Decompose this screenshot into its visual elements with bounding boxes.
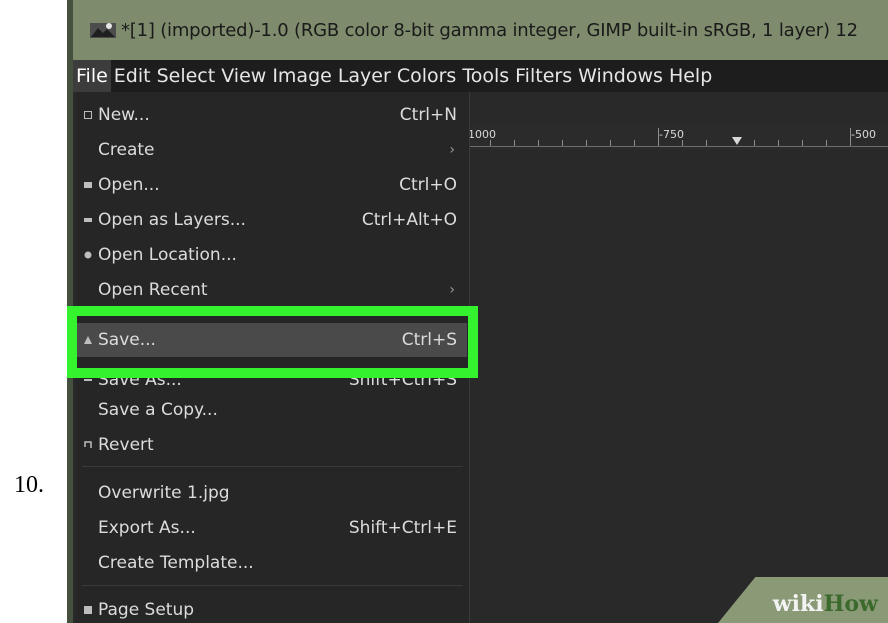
ruler-tick bbox=[850, 128, 851, 146]
menu-item-label: New... bbox=[98, 105, 150, 125]
menu-item-label: Open Location... bbox=[98, 245, 237, 265]
ruler-tick bbox=[610, 140, 611, 146]
window-edge bbox=[67, 0, 73, 623]
new-icon bbox=[84, 111, 92, 119]
ruler-tick bbox=[634, 140, 635, 146]
menu-item-label: Create Template... bbox=[98, 553, 254, 573]
ruler-tick bbox=[490, 140, 491, 146]
step-number: 10. bbox=[14, 472, 44, 498]
menu-item-label: Save... bbox=[98, 330, 156, 350]
ruler-tick bbox=[706, 140, 707, 146]
submenu-arrow-icon: › bbox=[449, 142, 455, 158]
menu-separator bbox=[82, 312, 463, 313]
menu-item-open-recent[interactable]: Open Recent › bbox=[76, 273, 467, 307]
menu-item-open-location[interactable]: Open Location... bbox=[76, 238, 467, 272]
menu-tools[interactable]: Tools bbox=[459, 60, 512, 92]
menu-filters[interactable]: Filters bbox=[512, 60, 575, 92]
location-icon bbox=[84, 251, 92, 259]
ruler-label: -500 bbox=[851, 128, 876, 141]
save-icon bbox=[84, 336, 92, 344]
open-layers-icon bbox=[84, 216, 92, 224]
ruler-position-marker bbox=[732, 137, 742, 145]
menu-item-shortcut: Shift+Ctrl+E bbox=[348, 518, 457, 538]
ruler-tick bbox=[682, 140, 683, 146]
ruler-baseline bbox=[466, 146, 888, 147]
menu-select[interactable]: Select bbox=[154, 60, 219, 92]
ruler-tick bbox=[826, 140, 827, 146]
menu-item-new[interactable]: New... Ctrl+N bbox=[76, 98, 467, 132]
ruler-tick bbox=[586, 140, 587, 146]
menu-item-create[interactable]: Create › bbox=[76, 133, 467, 167]
menu-separator bbox=[82, 466, 463, 467]
menu-item-page-setup[interactable]: Page Setup bbox=[76, 593, 467, 623]
menu-item-label: Create bbox=[98, 140, 155, 160]
ruler-tick bbox=[802, 140, 803, 146]
menu-separator bbox=[82, 585, 463, 586]
gimp-window: *[1] (imported)-1.0 (RGB color 8-bit gam… bbox=[67, 0, 888, 623]
menu-item-save-as[interactable]: Save As... Shift+Ctrl+S bbox=[76, 363, 467, 397]
menu-item-label: Overwrite 1.jpg bbox=[98, 483, 230, 503]
ruler-tick bbox=[658, 128, 659, 146]
revert-icon bbox=[84, 441, 92, 449]
menu-image[interactable]: Image bbox=[269, 60, 335, 92]
wikihow-logo-wiki: wiki bbox=[772, 591, 824, 617]
menu-windows[interactable]: Windows bbox=[575, 60, 666, 92]
page-setup-icon bbox=[84, 606, 92, 614]
menu-item-save[interactable]: Save... Ctrl+S bbox=[76, 323, 467, 357]
file-menu-dropdown: New... Ctrl+N Create › Open... Ctrl+O Op… bbox=[76, 92, 470, 623]
menu-item-export-as[interactable]: Export As... Shift+Ctrl+E bbox=[76, 511, 467, 545]
ruler-tick bbox=[514, 140, 515, 146]
ruler-tick bbox=[754, 140, 755, 146]
gimp-app-icon bbox=[89, 20, 117, 40]
ruler-tick bbox=[562, 140, 563, 146]
menu-item-create-template[interactable]: Create Template... bbox=[76, 546, 467, 580]
menu-item-save-a-copy[interactable]: Save a Copy... bbox=[76, 393, 467, 427]
menu-edit[interactable]: Edit bbox=[111, 60, 154, 92]
menu-item-open-as-layers[interactable]: Open as Layers... Ctrl+Alt+O bbox=[76, 203, 467, 237]
menu-item-overwrite[interactable]: Overwrite 1.jpg bbox=[76, 476, 467, 510]
open-icon bbox=[84, 181, 92, 189]
horizontal-ruler[interactable]: 1000 -750 -500 bbox=[466, 124, 888, 150]
save-as-icon bbox=[84, 376, 92, 384]
menu-item-shortcut: Ctrl+Alt+O bbox=[361, 210, 457, 230]
ruler-tick bbox=[538, 140, 539, 146]
menu-item-label: Open... bbox=[98, 175, 160, 195]
wikihow-watermark: wikiHow bbox=[718, 577, 888, 623]
menu-item-revert[interactable]: Revert bbox=[76, 428, 467, 462]
menu-item-label: Revert bbox=[98, 435, 154, 455]
menu-item-label: Open as Layers... bbox=[98, 210, 246, 230]
title-bar: *[1] (imported)-1.0 (RGB color 8-bit gam… bbox=[73, 0, 888, 60]
window-title: *[1] (imported)-1.0 (RGB color 8-bit gam… bbox=[121, 19, 858, 41]
menu-item-open[interactable]: Open... Ctrl+O bbox=[76, 168, 467, 202]
menu-item-label: Export As... bbox=[98, 518, 196, 538]
menu-item-shortcut: Ctrl+N bbox=[399, 105, 457, 125]
wikihow-logo: wikiHow bbox=[773, 591, 878, 617]
menu-file[interactable]: File bbox=[73, 60, 111, 92]
menu-item-label: Page Setup bbox=[98, 600, 195, 620]
ruler-label: -750 bbox=[659, 128, 684, 141]
submenu-arrow-icon: › bbox=[449, 282, 455, 298]
menu-layer[interactable]: Layer bbox=[335, 60, 394, 92]
menu-item-shortcut: Ctrl+S bbox=[401, 330, 457, 350]
menu-view[interactable]: View bbox=[218, 60, 269, 92]
menu-help[interactable]: Help bbox=[666, 60, 715, 92]
menu-item-label: Save As... bbox=[98, 370, 182, 390]
menu-item-shortcut: Ctrl+O bbox=[399, 175, 457, 195]
menu-bar: File Edit Select View Image Layer Colors… bbox=[73, 60, 888, 92]
menu-item-label: Save a Copy... bbox=[98, 400, 218, 420]
menu-colors[interactable]: Colors bbox=[394, 60, 460, 92]
menu-item-label: Open Recent bbox=[98, 280, 208, 300]
menu-item-shortcut: Shift+Ctrl+S bbox=[348, 370, 457, 390]
ruler-label: 1000 bbox=[468, 128, 496, 141]
ruler-tick bbox=[778, 140, 779, 146]
wikihow-logo-how: How bbox=[823, 591, 878, 617]
